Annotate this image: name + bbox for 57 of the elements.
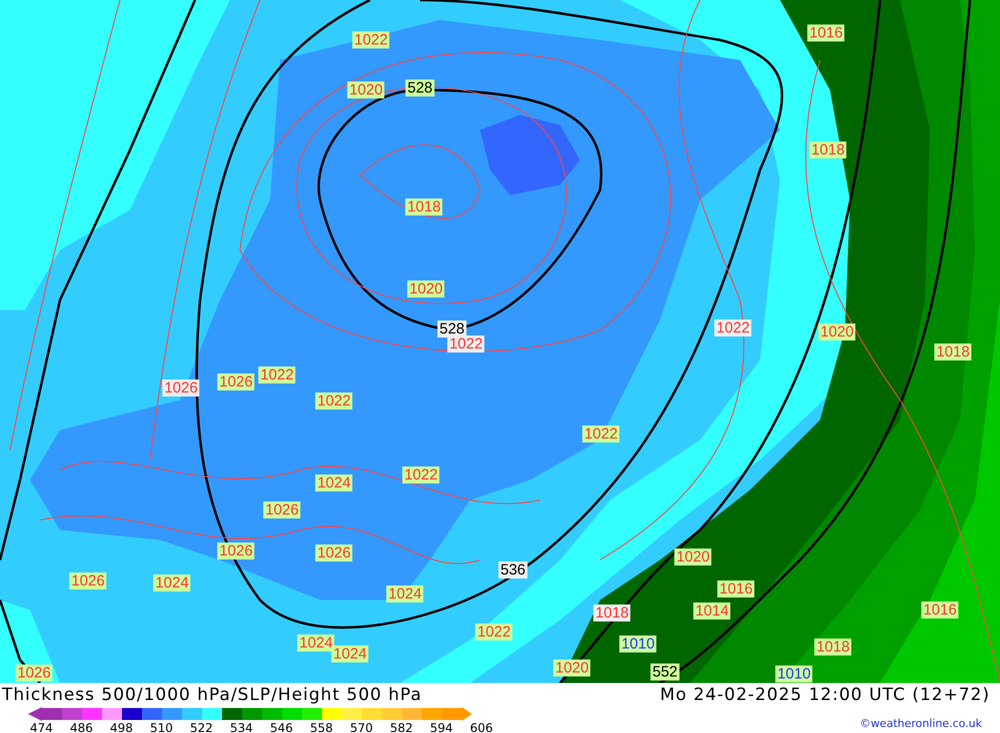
credit-link[interactable]: ©weatheronline.co.uk (860, 717, 982, 730)
colorbar-label: 498 (110, 721, 134, 733)
contour-label: 1014 (693, 602, 731, 620)
colorbar-label: 534 (230, 721, 254, 733)
contour-label: 1018 (593, 604, 631, 622)
colorbar-label: 510 (150, 721, 174, 733)
contour-label: 1010 (775, 666, 813, 682)
map-title: Thickness 500/1000 hPa/SLP/Height 500 hPa (2, 685, 422, 705)
colorbar-label: 558 (310, 721, 334, 733)
contour-label: 1022 (447, 336, 485, 352)
contour-label: 1026 (217, 542, 255, 560)
contour-label: 1010 (619, 636, 657, 652)
contour-label: 1016 (717, 580, 755, 598)
contour-label: 1024 (297, 634, 335, 652)
colorbar-label: 570 (350, 721, 374, 733)
contour-label: 1020 (818, 324, 856, 340)
colorbar-left-arrow-icon (28, 707, 42, 721)
contour-label: 1020 (553, 660, 591, 676)
contour-label: 536 (498, 562, 528, 578)
contour-label: 552 (650, 664, 680, 680)
colorbar-label: 606 (470, 721, 494, 733)
contour-label: 1022 (582, 426, 620, 442)
contour-label: 1024 (386, 586, 424, 602)
contour-label: 1026 (69, 572, 107, 590)
colorbar-label: 546 (270, 721, 294, 733)
colorbar-label: 486 (70, 721, 94, 733)
contour-label: 1022 (258, 366, 296, 384)
contour-label: 1018 (809, 142, 847, 158)
colorbar-label: 522 (190, 721, 214, 733)
contour-label: 1026 (162, 380, 200, 396)
contour-label: 528 (437, 320, 467, 338)
contour-label: 1026 (263, 502, 301, 518)
contour-label: 1026 (315, 544, 353, 562)
contour-label: 1024 (331, 646, 369, 662)
contour-label: 1022 (352, 32, 390, 48)
colorbar-right-arrow-icon (462, 707, 472, 721)
contour-label: 1024 (153, 574, 191, 592)
contour-label: 1020 (407, 280, 445, 298)
colorbar-label: 594 (430, 721, 454, 733)
contour-label: 1020 (347, 82, 385, 98)
contour-label: 1016 (807, 24, 845, 42)
contour-label: 528 (405, 80, 435, 96)
contour-label: 1020 (674, 548, 712, 566)
contour-label: 1018 (814, 638, 852, 656)
contour-label: 1022 (315, 392, 353, 410)
contour-label: 1018 (405, 198, 443, 216)
contour-label: 1026 (217, 374, 255, 390)
colorbar-label: 582 (390, 721, 414, 733)
colorbar-label: 474 (30, 721, 54, 733)
contour-label: 1026 (15, 664, 53, 682)
valid-time: Mo 24-02-2025 12:00 UTC (12+72) (660, 685, 990, 705)
contour-label: 1024 (315, 474, 353, 492)
contour-label: 1022 (402, 466, 440, 484)
contour-label: 1016 (921, 602, 959, 618)
contour-label: 1022 (475, 624, 513, 640)
contour-label: 1022 (714, 320, 752, 336)
contour-label: 1018 (934, 344, 972, 360)
